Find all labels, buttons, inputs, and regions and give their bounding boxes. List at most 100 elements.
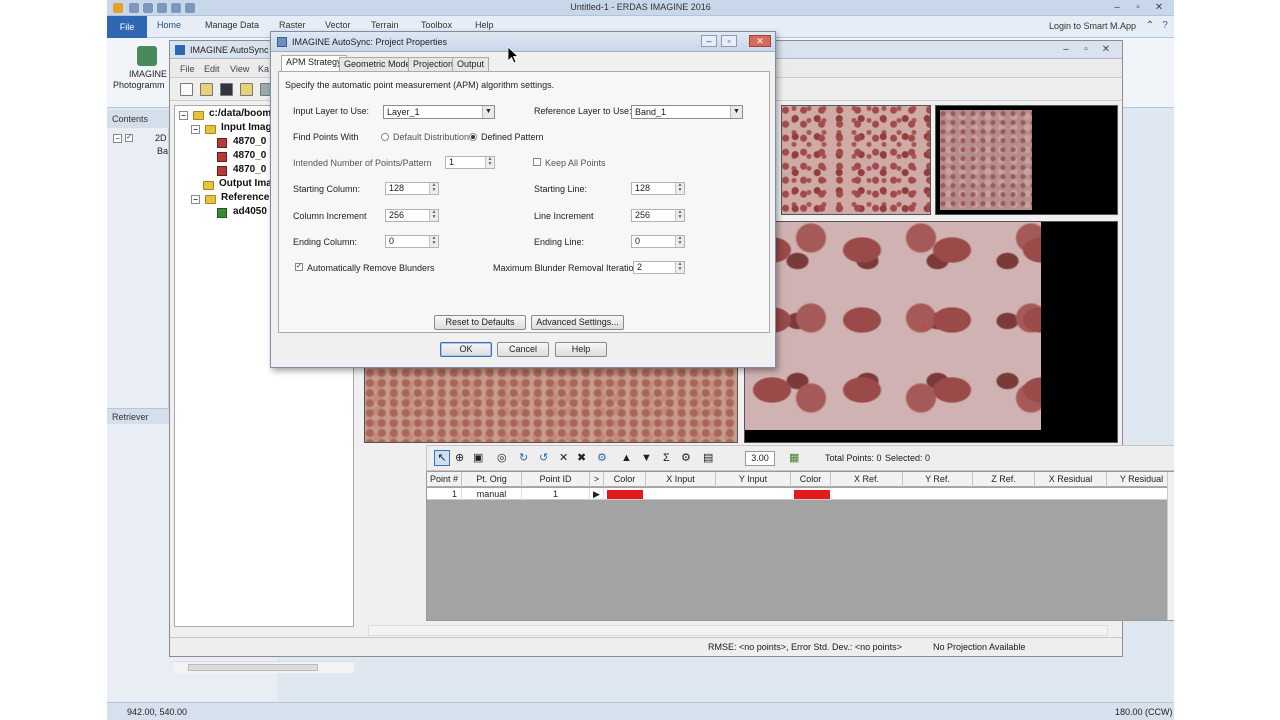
dialog-maximize-button[interactable]: ▫ bbox=[721, 35, 737, 47]
menu-file[interactable]: File bbox=[180, 64, 195, 74]
lock-icon[interactable]: ▣ bbox=[473, 452, 483, 464]
settings-icon[interactable]: ⚙ bbox=[681, 452, 691, 464]
report-icon[interactable]: ▤ bbox=[703, 452, 713, 464]
table-horizontal-scrollbar[interactable] bbox=[368, 625, 1108, 636]
menu-edit[interactable]: Edit bbox=[204, 64, 220, 74]
spinner-icon[interactable]: ▲ ▼ bbox=[675, 262, 684, 273]
tab-output[interactable]: Output bbox=[452, 57, 490, 71]
ok-button[interactable]: OK bbox=[440, 342, 492, 357]
move-up-icon[interactable]: ▲ bbox=[621, 452, 632, 464]
contents-item-ba[interactable]: Ba bbox=[157, 146, 168, 156]
column-header[interactable]: X Ref. bbox=[831, 472, 903, 487]
open-project-icon[interactable] bbox=[200, 83, 213, 96]
tab-home[interactable]: Home bbox=[157, 20, 181, 30]
input-overview-viewer[interactable] bbox=[781, 105, 931, 215]
reference-color-swatch[interactable] bbox=[794, 490, 830, 499]
input-color-swatch[interactable] bbox=[607, 490, 643, 499]
move-down-icon[interactable]: ▼ bbox=[641, 452, 652, 464]
column-header[interactable]: Point ID bbox=[522, 472, 590, 487]
save-project-icon[interactable] bbox=[220, 83, 233, 96]
drive-to-icon[interactable]: ↻ bbox=[519, 452, 528, 464]
login-smart-mapp-link[interactable]: Login to Smart M.App bbox=[1049, 21, 1136, 31]
column-header[interactable]: Y Residual bbox=[1107, 472, 1174, 487]
help-button[interactable]: Help bbox=[555, 342, 607, 357]
tab-vector[interactable]: Vector bbox=[325, 20, 351, 30]
tree-root-expander[interactable]: − bbox=[179, 111, 188, 120]
tab-file[interactable]: File bbox=[107, 16, 147, 38]
ribbon-options-icon[interactable]: ⌃ bbox=[1143, 19, 1157, 32]
max-blunder-iterations-input[interactable]: 2 ▲ ▼ bbox=[633, 261, 685, 274]
create-gcp-icon[interactable]: ⊕ bbox=[455, 452, 464, 464]
add-images-icon[interactable] bbox=[240, 83, 253, 96]
dialog-titlebar[interactable]: IMAGINE AutoSync: Project Properties ‒ ▫… bbox=[271, 32, 775, 52]
spinner-icon[interactable]: ▲ ▼ bbox=[675, 210, 684, 221]
auto-remove-blunders-checkbox[interactable]: ✓ bbox=[295, 263, 303, 271]
auto-correlate-icon[interactable]: ↺ bbox=[539, 452, 548, 464]
select-pointer-icon[interactable]: ↖ bbox=[434, 450, 450, 466]
find-point-icon[interactable]: ◎ bbox=[497, 452, 507, 464]
tree-scroll-thumb[interactable] bbox=[188, 664, 318, 671]
new-project-icon[interactable] bbox=[180, 83, 193, 96]
reference-main-viewer[interactable]: ⌖ bbox=[744, 221, 1118, 443]
table-row[interactable]: 1 manual 1 ▶ bbox=[427, 488, 1174, 500]
tree-horizontal-scrollbar[interactable] bbox=[174, 661, 354, 673]
help-icon[interactable]: ? bbox=[1158, 19, 1172, 32]
tree-input-expander[interactable]: − bbox=[191, 125, 200, 134]
column-header[interactable]: Point # bbox=[427, 472, 462, 487]
tab-geometric-model[interactable]: Geometric Model bbox=[339, 57, 418, 71]
spinner-icon[interactable]: ▲ ▼ bbox=[429, 236, 438, 247]
dialog-minimize-button[interactable]: ‒ bbox=[701, 35, 717, 47]
tree-reference-expander[interactable]: − bbox=[191, 195, 200, 204]
compute-icon[interactable]: ⚙ bbox=[597, 452, 607, 464]
cell-point-number[interactable]: 1 bbox=[427, 488, 462, 500]
column-header[interactable]: Pt. Orig bbox=[462, 472, 522, 487]
tab-raster[interactable]: Raster bbox=[279, 20, 306, 30]
app-minimize-button[interactable]: ‒ bbox=[1110, 1, 1124, 14]
column-header[interactable]: > bbox=[590, 472, 604, 487]
tab-manage-data[interactable]: Manage Data bbox=[205, 20, 259, 30]
spinner-icon[interactable]: ▲ ▼ bbox=[675, 183, 684, 194]
column-increment-input[interactable]: 256 ▲ ▼ bbox=[385, 209, 439, 222]
tab-help[interactable]: Help bbox=[475, 20, 494, 30]
tab-terrain[interactable]: Terrain bbox=[371, 20, 399, 30]
spinner-icon[interactable]: ▲ ▼ bbox=[675, 236, 684, 247]
default-distribution-radio[interactable] bbox=[381, 133, 389, 141]
starting-column-input[interactable]: 128 ▲ ▼ bbox=[385, 182, 439, 195]
tab-apm-strategy[interactable]: APM Strategy bbox=[281, 55, 347, 71]
reset-to-defaults-button[interactable]: Reset to Defaults bbox=[434, 315, 526, 330]
cell-point-id[interactable]: 1 bbox=[522, 488, 590, 500]
ending-line-input[interactable]: 0 ▲ ▼ bbox=[631, 235, 685, 248]
tab-projection[interactable]: Projection bbox=[408, 57, 459, 71]
spinner-icon[interactable]: ▲ ▼ bbox=[485, 157, 494, 168]
autosync-maximize-button[interactable]: ▫ bbox=[1079, 43, 1093, 56]
starting-line-input[interactable]: 128 ▲ ▼ bbox=[631, 182, 685, 195]
zoom-input[interactable]: 3.00 bbox=[745, 451, 775, 466]
retriever-panel-header[interactable]: Retriever bbox=[107, 408, 169, 424]
contents-expander[interactable]: − bbox=[113, 134, 122, 143]
cancel-button[interactable]: Cancel bbox=[497, 342, 549, 357]
autosync-close-button[interactable]: ✕ bbox=[1099, 43, 1113, 56]
ending-column-input[interactable]: 0 ▲ ▼ bbox=[385, 235, 439, 248]
dialog-close-button[interactable]: ✕ bbox=[749, 35, 771, 47]
table-vertical-scrollbar[interactable] bbox=[1167, 472, 1174, 620]
column-header[interactable]: X Residual bbox=[1035, 472, 1107, 487]
photogrammetry-icon[interactable] bbox=[137, 46, 157, 66]
column-header[interactable]: Z Ref. bbox=[973, 472, 1035, 487]
menu-view[interactable]: View bbox=[230, 64, 249, 74]
input-main-viewer[interactable] bbox=[364, 367, 738, 443]
contents-item-2d[interactable]: 2D bbox=[155, 133, 167, 143]
app-maximize-button[interactable]: ▫ bbox=[1131, 1, 1145, 14]
sum-icon[interactable]: Σ bbox=[663, 452, 670, 464]
column-header[interactable]: Color bbox=[604, 472, 646, 487]
intended-points-input[interactable]: 1 ▲ ▼ bbox=[445, 156, 495, 169]
column-header[interactable]: Color bbox=[791, 472, 831, 487]
tab-toolbox[interactable]: Toolbox bbox=[421, 20, 452, 30]
line-increment-input[interactable]: 256 ▲ ▼ bbox=[631, 209, 685, 222]
reference-layer-select[interactable]: Band_1 ▼ bbox=[631, 105, 743, 119]
delete-all-icon[interactable]: ✖ bbox=[577, 452, 586, 464]
contents-layer-checkbox[interactable]: ✓ bbox=[125, 134, 133, 142]
spinner-icon[interactable]: ▲ ▼ bbox=[429, 183, 438, 194]
defined-pattern-radio[interactable] bbox=[469, 133, 477, 141]
column-header[interactable]: Y Input bbox=[716, 472, 791, 487]
column-header[interactable]: Y Ref. bbox=[903, 472, 973, 487]
